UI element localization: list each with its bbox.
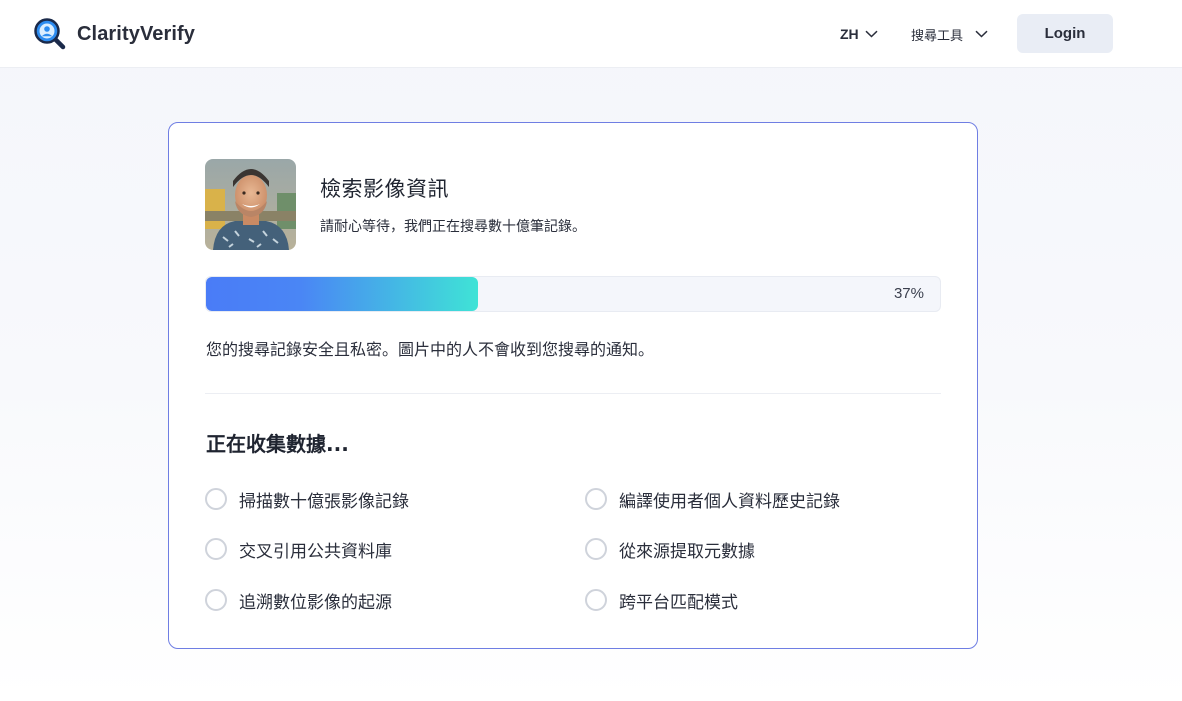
empty-circle-icon <box>585 538 607 560</box>
uploaded-photo <box>205 159 296 250</box>
progress-bar: 37% <box>205 276 941 312</box>
magnifier-logo-icon <box>34 18 66 50</box>
task-item: 跨平台匹配模式 <box>585 588 738 613</box>
language-label: ZH <box>840 26 859 42</box>
task-item: 編譯使用者個人資料歷史記錄 <box>585 487 840 512</box>
search-progress-card: 檢索影像資訊 請耐心等待，我們正在搜尋數十億筆記錄。 37% 您的搜尋記錄安全且… <box>168 122 978 649</box>
search-tools-label: 搜尋工具 <box>911 28 964 44</box>
task-item: 從來源提取元數據 <box>585 537 755 562</box>
progress-bar-fill <box>206 277 478 311</box>
search-tools-menu[interactable]: 搜尋工具 <box>911 23 988 45</box>
empty-circle-icon <box>205 488 227 510</box>
empty-circle-icon <box>205 538 227 560</box>
brand[interactable]: ClarityVerify <box>33 17 195 51</box>
task-label: 追溯數位影像的起源 <box>239 592 392 613</box>
progress-percent: 37% <box>893 285 924 302</box>
divider <box>205 393 941 394</box>
task-label: 交叉引用公共資料庫 <box>239 541 392 562</box>
chevron-down-icon <box>975 30 988 38</box>
task-label: 編譯使用者個人資料歷史記錄 <box>619 491 840 512</box>
task-item: 掃描數十億張影像記錄 <box>205 487 409 512</box>
empty-circle-icon <box>205 589 227 611</box>
privacy-note: 您的搜尋記錄安全且私密。圖片中的人不會收到您搜尋的通知。 <box>206 340 655 359</box>
task-label: 跨平台匹配模式 <box>619 592 738 613</box>
card-title: 檢索影像資訊 <box>320 177 449 201</box>
brand-name: ClarityVerify <box>77 22 196 45</box>
task-label: 掃描數十億張影像記錄 <box>239 491 409 512</box>
task-item: 追溯數位影像的起源 <box>205 588 392 613</box>
chevron-down-icon <box>865 30 878 38</box>
task-item: 交叉引用公共資料庫 <box>205 537 392 562</box>
card-subtitle: 請耐心等待，我們正在搜尋數十億筆記錄。 <box>320 219 586 235</box>
task-label: 從來源提取元數據 <box>619 541 755 562</box>
login-button[interactable]: Login <box>1017 14 1113 53</box>
top-navigation-bar: ClarityVerify ZH 搜尋工具 Login <box>0 0 1182 68</box>
section-title: 正在收集數據... <box>206 432 349 456</box>
empty-circle-icon <box>585 488 607 510</box>
language-selector[interactable]: ZH <box>840 23 878 45</box>
empty-circle-icon <box>585 589 607 611</box>
